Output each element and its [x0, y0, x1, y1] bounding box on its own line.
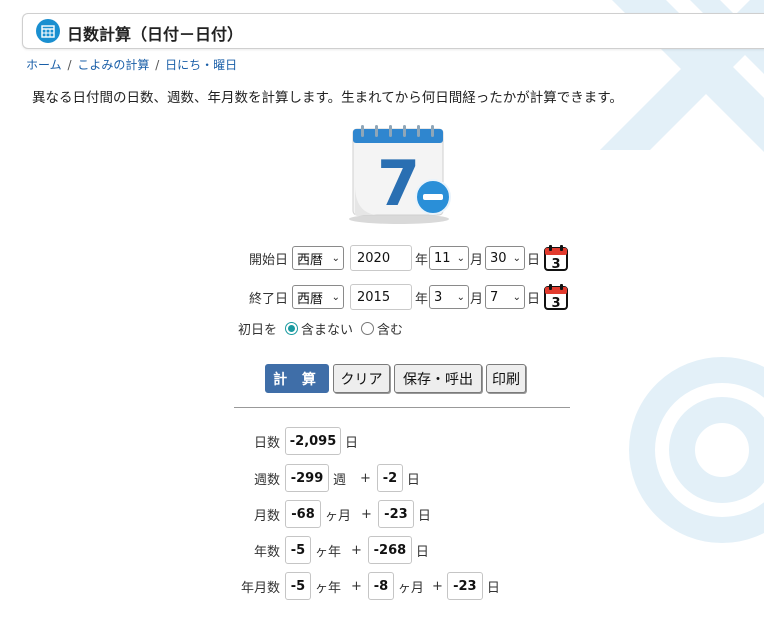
start-date-label: 開始日	[248, 252, 288, 268]
result-days-value: -2,095	[285, 427, 341, 455]
breadcrumb-separator: /	[155, 58, 160, 72]
result-ymd-days: -23	[446, 572, 483, 600]
result-weeks-row: 週数 -299 週 + -2 日	[240, 464, 424, 492]
breadcrumb-category-link[interactable]: こよみの計算	[77, 58, 149, 72]
result-weeks-value: -299	[285, 464, 329, 492]
start-month-select[interactable]: 11 ⌄	[429, 246, 470, 270]
action-buttons: 計 算 クリア 保存・呼出 印刷	[265, 364, 530, 393]
page-description: 異なる日付間の日数、週数、年月数を計算します。生まれてから何日間経ったかが計算で…	[32, 90, 623, 106]
result-ymd-months: -8	[367, 572, 394, 600]
radio-exclude[interactable]: 含まない	[285, 319, 353, 338]
start-day-select[interactable]: 30 ⌄	[485, 246, 526, 270]
page-title-bar: 日数計算（日付－日付）	[22, 13, 764, 49]
result-ymd-row: 年月数 -5 ヶ年 + -8 ヶ月 + -23 日	[236, 572, 504, 600]
radio-selected-icon[interactable]	[285, 322, 299, 335]
radio-include[interactable]: 含む	[361, 319, 403, 338]
breadcrumb-home-link[interactable]: ホーム	[26, 58, 62, 72]
result-months-row: 月数 -68 ヶ月 + -23 日	[240, 500, 435, 528]
start-era-select[interactable]: 西暦 ⌄	[292, 246, 344, 270]
svg-text:3: 3	[552, 296, 561, 310]
end-date-label: 終了日	[248, 291, 288, 307]
print-button[interactable]: 印刷	[486, 364, 526, 393]
result-years-remainder: -268	[367, 536, 412, 564]
calculate-button[interactable]: 計 算	[265, 364, 329, 393]
end-day-select[interactable]: 7 ⌄	[485, 285, 526, 309]
chevron-down-icon: ⌄	[456, 291, 466, 303]
first-day-label: 初日を	[238, 323, 278, 338]
calendar-minus-icon: 7	[349, 125, 451, 224]
result-months-remainder: -23	[377, 500, 414, 528]
breadcrumb: ホーム / こよみの計算 / 日にち・曜日	[26, 56, 237, 73]
end-date-row: 終了日 西暦 ⌄ 2015 年 3 ⌄ 月 7 ⌄ 日 3	[238, 284, 569, 310]
first-day-option: 初日を 含まない 含む	[238, 319, 411, 338]
end-month-select[interactable]: 3 ⌄	[429, 285, 470, 309]
divider	[234, 407, 570, 408]
calendar-picker-icon[interactable]: 3	[544, 284, 569, 310]
end-year-input[interactable]: 2015	[350, 284, 412, 310]
breadcrumb-subcategory-link[interactable]: 日にち・曜日	[165, 58, 237, 72]
result-ymd-years: -5	[285, 572, 311, 600]
clear-button[interactable]: クリア	[333, 364, 390, 393]
calendar-grid-icon	[36, 19, 60, 43]
svg-text:3: 3	[552, 257, 561, 271]
chevron-down-icon: ⌄	[512, 252, 522, 264]
page-title: 日数計算（日付－日付）	[67, 25, 244, 44]
save-load-button[interactable]: 保存・呼出	[394, 364, 482, 393]
result-weeks-remainder: -2	[376, 464, 403, 492]
calendar-picker-icon[interactable]: 3	[544, 245, 569, 271]
result-years-row: 年数 -5 ヶ年 + -268 日	[240, 536, 433, 564]
result-days-row: 日数 -2,095 日	[240, 427, 362, 455]
chevron-down-icon: ⌄	[331, 291, 340, 303]
chevron-down-icon: ⌄	[512, 291, 522, 303]
chevron-down-icon: ⌄	[456, 252, 466, 264]
end-era-select[interactable]: 西暦 ⌄	[292, 285, 344, 309]
result-months-value: -68	[285, 500, 321, 528]
breadcrumb-separator: /	[67, 58, 72, 72]
result-years-value: -5	[285, 536, 311, 564]
hero-number: 7	[377, 147, 420, 220]
chevron-down-icon: ⌄	[331, 252, 340, 264]
radio-unselected-icon[interactable]	[361, 322, 375, 335]
start-year-input[interactable]: 2020	[350, 245, 412, 271]
start-date-row: 開始日 西暦 ⌄ 2020 年 11 ⌄ 月 30 ⌄ 日 3	[238, 245, 569, 271]
